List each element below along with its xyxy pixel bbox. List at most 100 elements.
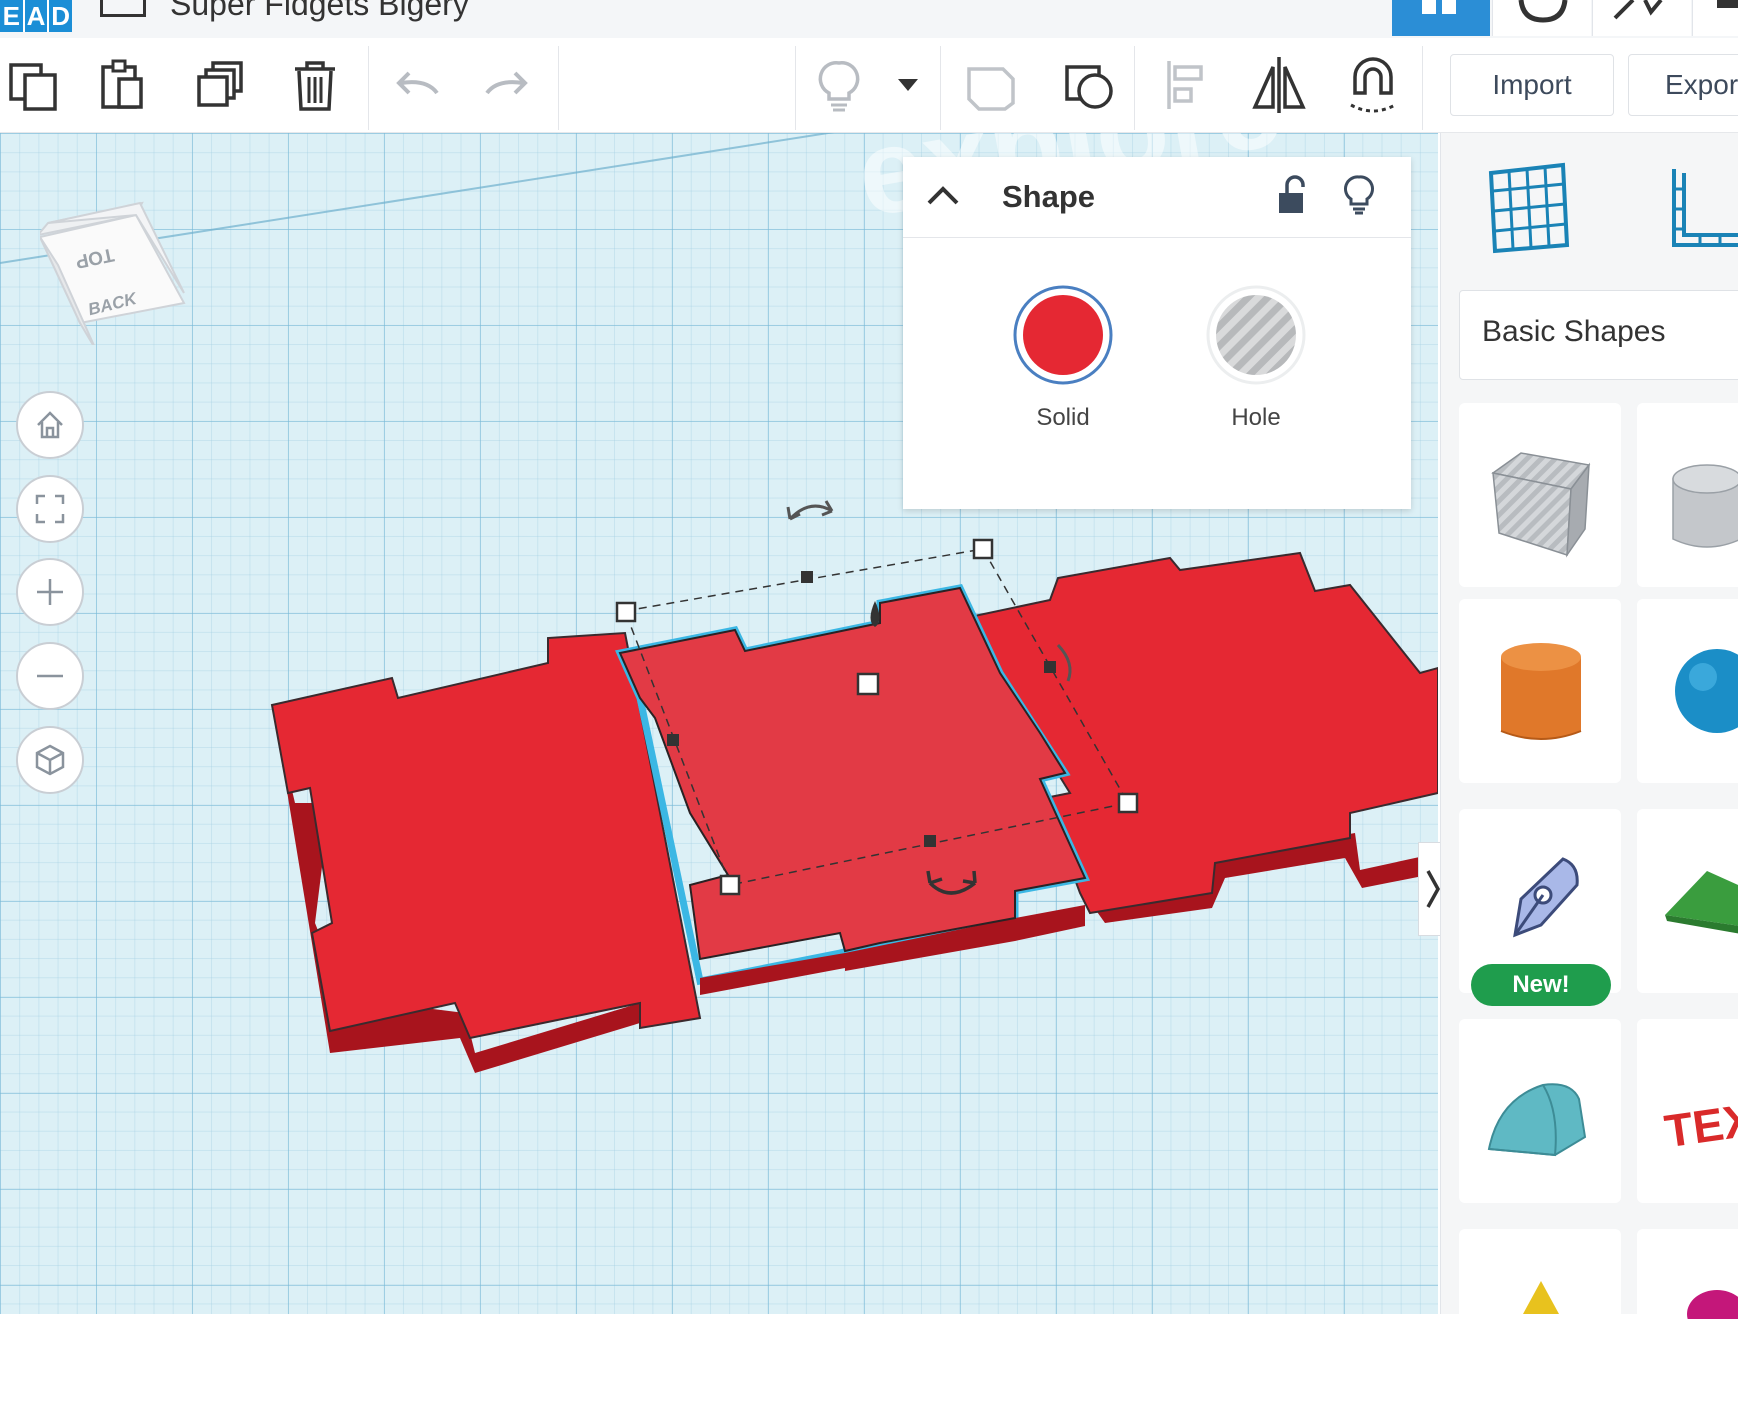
hole-option[interactable]: Hole [1206, 285, 1306, 432]
shape-tile-roof[interactable] [1637, 809, 1738, 993]
export-button[interactable]: Expor [1628, 54, 1738, 116]
inspector-title: Shape [1002, 179, 1096, 214]
perspective-cube-icon [35, 744, 65, 776]
shapes-panel: Basic Shapes New! TEX [1440, 133, 1738, 1413]
toolbar-separator [1422, 46, 1423, 130]
group-button[interactable] [956, 50, 1026, 120]
delete-button[interactable] [280, 50, 350, 120]
home-view-button[interactable] [16, 391, 84, 459]
shape-tile-text[interactable]: TEX [1637, 1019, 1738, 1203]
hole-swatch[interactable] [1206, 285, 1306, 385]
roof-shape-icon [1665, 871, 1738, 934]
resize-handle[interactable] [1117, 792, 1139, 814]
side-handle[interactable] [1044, 661, 1056, 673]
shape-category-label: Basic Shapes [1482, 315, 1666, 348]
project-list-icon[interactable] [100, 0, 146, 17]
ortho-view-button[interactable] [16, 726, 84, 794]
grid-view-icon [1422, 0, 1456, 14]
shape-category-select[interactable]: Basic Shapes [1459, 290, 1738, 380]
account-button[interactable] [1692, 0, 1738, 36]
view-cube[interactable]: TOP BACK [40, 175, 190, 345]
resize-handle[interactable] [972, 538, 994, 560]
logo-letter-3: D [51, 1, 71, 31]
ruler-icon [1672, 169, 1738, 247]
notes-dropdown[interactable] [876, 50, 940, 120]
cruise-button[interactable] [1338, 50, 1408, 120]
light-bulb-icon[interactable] [1341, 173, 1377, 217]
project-title[interactable]: Super Fidgets Bigery [170, 0, 469, 23]
fit-view-button[interactable] [16, 475, 84, 543]
toolbar-separator [795, 46, 796, 130]
minus-icon [37, 674, 63, 678]
solid-option[interactable]: Solid [1013, 285, 1113, 432]
notes-button[interactable] [804, 50, 874, 120]
copy-button[interactable] [0, 50, 70, 120]
shape-tile-cylinder-gray[interactable] [1637, 403, 1738, 587]
import-button[interactable]: Import [1450, 54, 1614, 116]
height-handle[interactable] [856, 672, 880, 696]
blocks-icon [1613, 0, 1663, 20]
box-shape-icon [1491, 452, 1591, 558]
shape-tile-sphere[interactable] [1637, 599, 1738, 783]
toolbar: Import Expor [0, 38, 1738, 133]
toolbar-separator [940, 46, 941, 130]
cylinder-shape-icon [1500, 643, 1582, 740]
workplane-tool-button[interactable] [1481, 159, 1577, 255]
shape-tile-cylinder[interactable] [1459, 599, 1621, 783]
side-handle[interactable] [924, 835, 936, 847]
align-icon [1167, 61, 1203, 109]
toolbar-separator [368, 46, 369, 130]
paste-button[interactable] [86, 50, 156, 120]
side-handle[interactable] [667, 734, 679, 746]
align-button[interactable] [1152, 50, 1222, 120]
inspector-header: Shape [903, 157, 1411, 238]
caret-down-icon [898, 79, 918, 91]
undo-icon [396, 71, 439, 95]
trash-icon [295, 61, 335, 111]
hole-label: Hole [1231, 404, 1281, 431]
logo-letter-1: E [0, 0, 25, 32]
fit-icon [35, 494, 65, 524]
mirror-button[interactable] [1244, 50, 1314, 120]
cylinder-gray-icon [1672, 464, 1738, 548]
ungroup-icon [1065, 65, 1113, 109]
shape-inspector: Shape Solid Hole [903, 157, 1411, 509]
group-icon [967, 67, 1015, 111]
logo-letter-2: A [25, 0, 50, 32]
half-cylinder-shape-icon [1487, 1083, 1587, 1157]
lightbulb-icon [818, 61, 860, 112]
app-header: E A D Super Fidgets Bigery [0, 0, 1738, 39]
zoom-out-button[interactable] [16, 642, 84, 710]
shape-tile-half-cylinder[interactable] [1459, 1019, 1621, 1203]
side-handle[interactable] [801, 571, 813, 583]
workplane-grid-icon [1488, 162, 1570, 254]
solid-swatch[interactable] [1013, 285, 1113, 385]
svg-text:TEX: TEX [1661, 1093, 1738, 1157]
tinkercad-logo[interactable]: E A D [0, 0, 72, 32]
cone-shape-icon [1687, 1290, 1738, 1338]
shape-tile-pyramid[interactable] [1459, 1229, 1621, 1413]
home-icon [37, 411, 63, 439]
resize-handle[interactable] [719, 874, 741, 896]
redo-icon [485, 71, 528, 95]
plus-icon [37, 579, 63, 605]
blocks-view-button[interactable] [1592, 0, 1691, 36]
pyramid-shape-icon [1523, 1281, 1559, 1314]
bricks-view-button[interactable] [1492, 0, 1591, 36]
redo-button[interactable] [474, 50, 544, 120]
shape-tile-cone[interactable] [1637, 1229, 1738, 1413]
shape-tile-box[interactable] [1459, 403, 1621, 587]
shape-tile-scribble[interactable]: New! [1459, 809, 1621, 1006]
magnet-icon [1350, 57, 1396, 113]
ruler-tool-button[interactable] [1666, 159, 1738, 255]
resize-handle[interactable] [615, 601, 637, 623]
lock-icon[interactable] [1273, 175, 1309, 215]
bricks-icon [1518, 0, 1568, 23]
zoom-in-button[interactable] [16, 558, 84, 626]
duplicate-button[interactable] [186, 50, 256, 120]
undo-button[interactable] [380, 50, 450, 120]
3d-view-button[interactable] [1392, 0, 1490, 36]
copy-icon [9, 63, 57, 111]
ungroup-button[interactable] [1054, 50, 1124, 120]
collapse-chevron-up-icon[interactable] [923, 177, 963, 217]
